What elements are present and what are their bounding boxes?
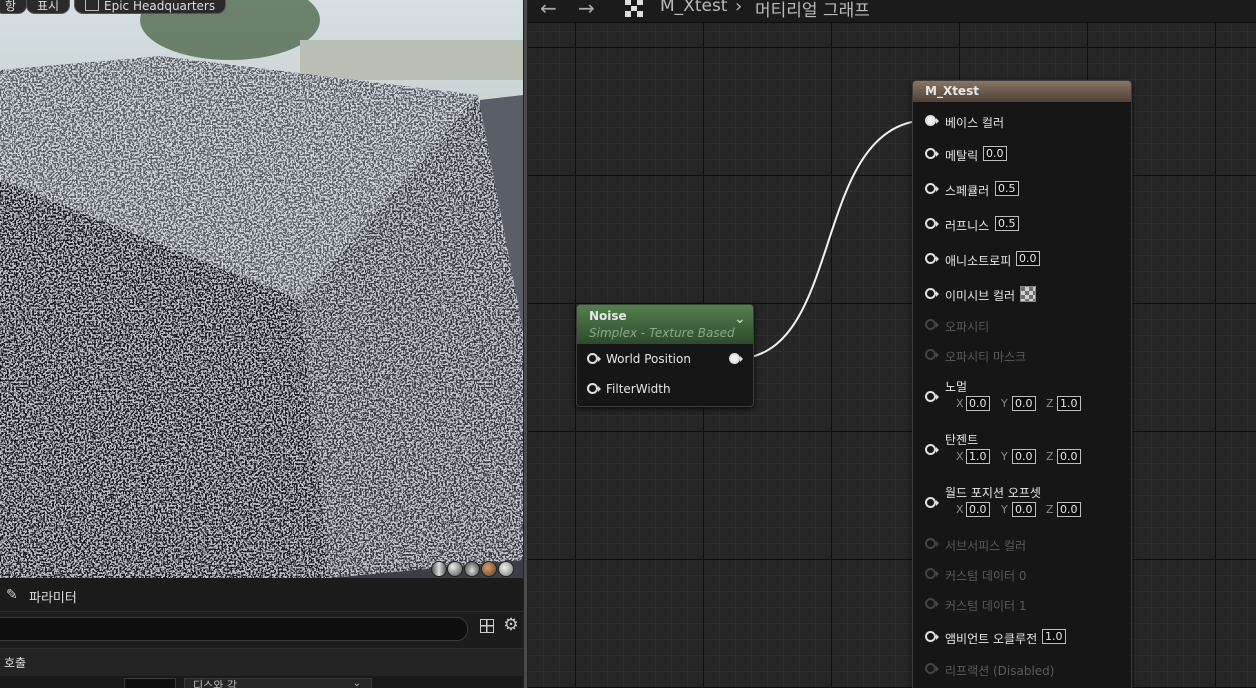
- preview-cube: [0, 0, 523, 578]
- plane-icon[interactable]: [464, 561, 480, 577]
- tangent-pin[interactable]: [925, 444, 939, 457]
- collapse-chevron-icon[interactable]: ⌄: [734, 311, 746, 327]
- emissive-color-label: 이미시브 컬러: [945, 289, 1016, 303]
- ambient-occlusion-pin[interactable]: [925, 631, 939, 644]
- custom-data-1-pin: [925, 598, 939, 611]
- filter-width-pin[interactable]: [587, 383, 601, 396]
- metallic-pin[interactable]: [925, 148, 939, 161]
- tangent-label: 탄젠트: [945, 433, 979, 447]
- section-label: 호출: [4, 656, 27, 670]
- noise-node-subtitle: Simplex - Texture Based: [589, 326, 735, 340]
- chevron-down-icon: ⌄: [352, 678, 361, 688]
- opacity-pin: [925, 319, 939, 332]
- base-color-pin[interactable]: [925, 115, 939, 128]
- material-graph-canvas[interactable]: ← → M_Xtest › 머티리얼 그래프 Noise Simplex - T…: [528, 0, 1256, 688]
- environment-chip[interactable]: Epic Headquarters: [74, 0, 227, 14]
- filter-width-label: FilterWidth: [606, 382, 671, 396]
- tangent-x-axis: X: [956, 450, 964, 463]
- noise-node[interactable]: Noise Simplex - Texture Based ⌄ World Po…: [576, 304, 754, 407]
- normal-label: 노멀: [945, 380, 968, 394]
- anisotropy-value[interactable]: 0.0: [1016, 251, 1040, 266]
- base-color-label: 베이스 컬러: [945, 116, 1005, 130]
- tangent-x-value[interactable]: 1.0: [966, 449, 990, 464]
- cube-icon[interactable]: [481, 561, 497, 577]
- material-result-node[interactable]: M_Xtest 베이스 컬러 메탈릭 0.0 스페큘러 0.5 러프니스 0.5…: [912, 80, 1132, 688]
- roughness-value[interactable]: 0.5: [995, 216, 1019, 231]
- custom-data-0-pin: [925, 568, 939, 581]
- specular-value[interactable]: 0.5: [995, 181, 1019, 196]
- tangent-z-axis: Z: [1046, 450, 1054, 463]
- details-search-input[interactable]: [0, 617, 468, 641]
- emissive-color-swatch[interactable]: [1020, 286, 1036, 302]
- custom-data-0-label: 커스텀 데이터 0: [945, 569, 1027, 583]
- material-node-title: M_Xtest: [925, 84, 979, 98]
- metallic-label: 메탈릭: [945, 149, 979, 163]
- wpo-z-value[interactable]: 0.0: [1057, 502, 1081, 517]
- wpo-z-axis: Z: [1046, 503, 1054, 516]
- specular-label: 스페큘러: [945, 184, 990, 198]
- table-view-icon[interactable]: [480, 619, 494, 633]
- details-tab-bar: ✎ 파라미터: [0, 578, 523, 612]
- roughness-pin[interactable]: [925, 218, 939, 231]
- noise-output-pin[interactable]: [729, 353, 743, 366]
- ambient-occlusion-label: 앰비언트 오클루전: [945, 632, 1038, 646]
- world-position-pin[interactable]: [587, 353, 601, 366]
- property-value-box[interactable]: [124, 678, 176, 688]
- details-panel: ✎ 파라미터 ⚙ 호출 디스와 각 ⌄: [0, 578, 523, 688]
- world-position-label: World Position: [606, 352, 691, 366]
- normal-y-axis: Y: [1001, 397, 1008, 410]
- gear-icon[interactable]: ⚙: [502, 616, 520, 634]
- sphere-icon[interactable]: [447, 561, 463, 577]
- custom-data-1-label: 커스텀 데이터 1: [945, 599, 1027, 613]
- teapot-icon[interactable]: [498, 561, 514, 577]
- wpo-x-axis: X: [956, 503, 964, 516]
- specular-pin[interactable]: [925, 183, 939, 196]
- subsurface-color-pin: [925, 538, 939, 551]
- wpo-x-value[interactable]: 0.0: [966, 502, 990, 517]
- show-menu-chip[interactable]: 표시: [26, 0, 71, 14]
- shader-ball-icon[interactable]: [431, 561, 447, 577]
- normal-pin[interactable]: [925, 391, 939, 404]
- environment-icon: [85, 0, 99, 11]
- property-select[interactable]: 디스와 각 ⌄: [184, 678, 372, 688]
- normal-z-value[interactable]: 1.0: [1057, 396, 1081, 411]
- normal-x-value[interactable]: 0.0: [966, 396, 990, 411]
- world-position-offset-pin[interactable]: [925, 497, 939, 510]
- pencil-icon: ✎: [6, 587, 18, 603]
- opacity-label: 오파시티: [945, 320, 990, 334]
- material-preview-viewport[interactable]: 항 표시 Epic Headquarters: [0, 0, 523, 578]
- anisotropy-pin[interactable]: [925, 253, 939, 266]
- normal-y-value[interactable]: 0.0: [1012, 396, 1036, 411]
- refraction-label: 리프랙션 (Disabled): [945, 664, 1055, 678]
- tangent-y-axis: Y: [1001, 450, 1008, 463]
- noise-to-basecolor-wire: [733, 119, 931, 360]
- opacity-mask-label: 오파시티 마스크: [945, 350, 1027, 364]
- refraction-pin: [925, 663, 939, 676]
- noise-node-title: Noise: [589, 309, 627, 323]
- details-section-header[interactable]: 호출: [0, 648, 523, 676]
- tangent-y-value[interactable]: 0.0: [1012, 449, 1036, 464]
- opacity-mask-pin: [925, 349, 939, 362]
- emissive-color-pin[interactable]: [925, 288, 939, 301]
- wpo-y-value[interactable]: 0.0: [1012, 502, 1036, 517]
- left-panel: 항 표시 Epic Headquarters ✎ 파라미터 ⚙ 호출 디스와 각…: [0, 0, 523, 688]
- subsurface-color-label: 서브서피스 컬러: [945, 539, 1027, 553]
- world-position-offset-label: 월드 포지션 오프셋: [945, 486, 1041, 500]
- ambient-occlusion-value[interactable]: 1.0: [1042, 629, 1066, 644]
- viewport-mode-chip[interactable]: 항: [0, 0, 28, 14]
- tab-parameters[interactable]: 파라미터: [29, 587, 77, 606]
- metallic-value[interactable]: 0.0: [983, 146, 1007, 161]
- environment-label: Epic Headquarters: [104, 0, 216, 13]
- tangent-z-value[interactable]: 0.0: [1057, 449, 1081, 464]
- wpo-y-axis: Y: [1001, 503, 1008, 516]
- normal-z-axis: Z: [1046, 397, 1054, 410]
- normal-x-axis: X: [956, 397, 964, 410]
- property-select-value: 디스와 각: [193, 679, 237, 688]
- anisotropy-label: 애니소트로피: [945, 254, 1012, 268]
- roughness-label: 러프니스: [945, 219, 990, 233]
